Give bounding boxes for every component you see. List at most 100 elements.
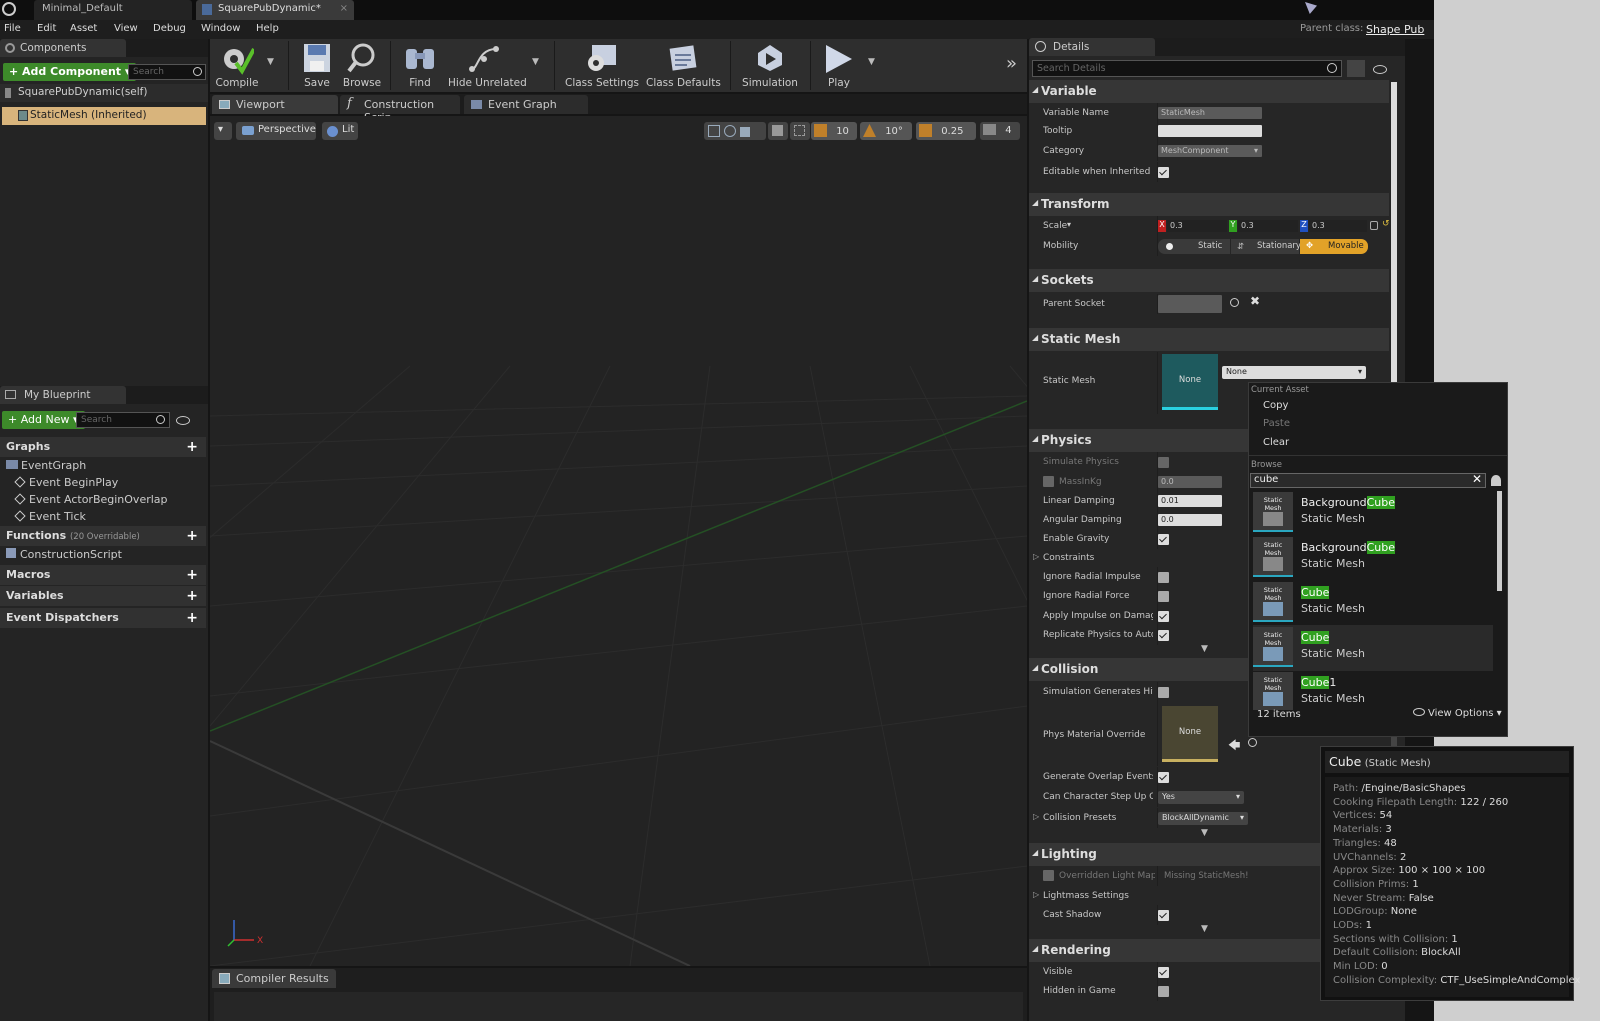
add-variable-icon[interactable]: +: [186, 588, 198, 604]
ignore-radial-force-checkbox[interactable]: [1158, 591, 1169, 602]
my-blueprint-search-input[interactable]: Search: [76, 412, 170, 428]
clear-icon[interactable]: ✖: [1250, 294, 1260, 308]
asset-list-item[interactable]: Static Mesh Cube Static Mesh: [1253, 625, 1493, 671]
tab-compiler-results[interactable]: Compiler Results: [212, 969, 336, 988]
transform-category[interactable]: ◢ Transform: [1029, 193, 1389, 216]
visible-checkbox[interactable]: [1158, 967, 1169, 978]
menu-asset[interactable]: Asset: [70, 23, 97, 34]
parent-class-link[interactable]: Shape Pub: [1366, 23, 1424, 36]
property-matrix-icon[interactable]: [1347, 60, 1365, 77]
component-root[interactable]: SquarePubDynamic(self): [0, 84, 208, 102]
lit-button[interactable]: Lit: [322, 122, 358, 140]
tab-minimal-default[interactable]: Minimal_Default: [34, 0, 192, 20]
event-begin-play[interactable]: Event BeginPlay: [14, 476, 118, 489]
event-graph-item[interactable]: EventGraph: [6, 459, 86, 472]
find-button[interactable]: Find: [398, 39, 442, 92]
surface-snap-toggle[interactable]: [790, 122, 810, 140]
angular-damping-field[interactable]: 0.0: [1158, 514, 1222, 526]
static-mesh-combo[interactable]: None ▾: [1222, 366, 1366, 379]
asset-search-input[interactable]: cube ✕: [1250, 472, 1486, 488]
transform-tools[interactable]: [704, 122, 766, 140]
browse-button[interactable]: Browse: [340, 39, 384, 92]
rotation-snap-button[interactable]: 10°: [860, 122, 912, 140]
menu-debug[interactable]: Debug: [153, 23, 186, 34]
save-button[interactable]: Save: [294, 39, 340, 92]
ignore-radial-impulse-checkbox[interactable]: [1158, 572, 1169, 583]
linear-damping-field[interactable]: 0.01: [1158, 495, 1222, 507]
filter-icon[interactable]: [1491, 475, 1501, 486]
menu-file[interactable]: File: [4, 23, 21, 34]
hide-unrelated-options-icon[interactable]: ▼: [532, 57, 539, 67]
mobility-stationary[interactable]: ⇵ Stationary: [1231, 239, 1301, 254]
viewport[interactable]: ▾ Perspective Lit 10 10° 0.25 4 X: [210, 116, 1027, 966]
asset-list-scrollbar[interactable]: [1497, 491, 1502, 591]
hidden-in-game-checkbox[interactable]: [1158, 986, 1169, 997]
mass-override-checkbox[interactable]: [1043, 476, 1054, 487]
add-graph-icon[interactable]: +: [186, 439, 198, 455]
sockets-category[interactable]: ◢ Sockets: [1029, 269, 1389, 292]
copy-menu-item[interactable]: Copy: [1249, 397, 1507, 415]
static-mesh-thumbnail[interactable]: None: [1162, 354, 1218, 410]
static-mesh-category[interactable]: ◢ Static Mesh: [1029, 328, 1389, 351]
scale-y-field[interactable]: 0.3: [1238, 220, 1298, 232]
eye-icon[interactable]: [1373, 65, 1387, 74]
close-icon[interactable]: ×: [340, 3, 348, 14]
play-button[interactable]: Play: [814, 39, 864, 92]
editable-inherited-checkbox[interactable]: [1158, 167, 1169, 178]
add-function-icon[interactable]: +: [186, 528, 198, 544]
functions-header[interactable]: Functions (20 Overridable) +: [0, 526, 206, 546]
mass-field[interactable]: 0.0: [1158, 476, 1222, 488]
notification-icon[interactable]: [1305, 2, 1317, 14]
scale-label[interactable]: Scale: [1043, 221, 1153, 231]
expand-arrow-icon[interactable]: ▷: [1033, 812, 1039, 821]
advanced-expand-icon[interactable]: ▼: [1201, 924, 1208, 934]
macros-header[interactable]: Macros +: [0, 565, 206, 585]
generate-overlap-checkbox[interactable]: [1158, 772, 1169, 783]
tooltip-field[interactable]: [1158, 125, 1262, 137]
variables-header[interactable]: Variables +: [0, 586, 206, 606]
simulation-button[interactable]: Simulation: [738, 39, 802, 92]
component-static-mesh[interactable]: StaticMesh (Inherited): [2, 107, 206, 125]
menu-help[interactable]: Help: [256, 23, 279, 34]
asset-list-item[interactable]: Static Mesh Cube1 Static Mesh: [1253, 670, 1493, 710]
simulate-physics-checkbox[interactable]: [1158, 457, 1169, 468]
category-dropdown[interactable]: MeshComponent ▾: [1158, 145, 1262, 157]
mobility-static[interactable]: Static: [1158, 239, 1230, 254]
compile-button[interactable]: Compile: [210, 39, 264, 92]
clear-search-icon[interactable]: ✕: [1472, 472, 1482, 486]
graphs-header[interactable]: Graphs +: [0, 437, 206, 457]
step-up-dropdown[interactable]: Yes ▾: [1158, 791, 1244, 804]
event-dispatchers-header[interactable]: Event Dispatchers +: [0, 608, 206, 628]
perspective-button[interactable]: Perspective: [236, 122, 316, 140]
asset-list-item[interactable]: Static Mesh BackgroundCube Static Mesh: [1253, 490, 1493, 536]
menu-window[interactable]: Window: [201, 23, 240, 34]
tab-construction-script[interactable]: f Construction Scrip: [340, 95, 460, 124]
tab-square-pub-dynamic[interactable]: SquarePubDynamic* ×: [196, 0, 354, 20]
play-options-icon[interactable]: ▼: [868, 57, 875, 67]
camera-speed-button[interactable]: 4: [980, 122, 1020, 140]
construction-script-item[interactable]: ConstructionScript: [6, 548, 122, 561]
variable-category[interactable]: ◢ Variable: [1029, 80, 1389, 103]
tab-viewport[interactable]: Viewport: [212, 95, 338, 114]
compile-options-icon[interactable]: ▼: [267, 57, 274, 67]
clear-menu-item[interactable]: Clear: [1249, 434, 1507, 452]
scale-snap-button[interactable]: 0.25: [916, 122, 976, 140]
mobility-movable[interactable]: ✥ Movable: [1300, 239, 1368, 254]
scale-x-field[interactable]: 0.3: [1167, 220, 1227, 232]
chevron-down-icon[interactable]: ▾: [1067, 220, 1071, 229]
my-blueprint-tab[interactable]: My Blueprint: [0, 386, 126, 404]
tab-event-graph[interactable]: Event Graph: [464, 95, 588, 114]
details-tab[interactable]: Details: [1029, 38, 1155, 56]
world-local-toggle[interactable]: [768, 122, 788, 140]
class-settings-button[interactable]: Class Settings: [564, 39, 640, 92]
replicate-physics-checkbox[interactable]: [1158, 630, 1169, 641]
viewport-options-button[interactable]: ▾: [214, 122, 232, 140]
collision-presets-dropdown[interactable]: BlockAllDynamic ▾: [1158, 812, 1248, 825]
search-icon[interactable]: [1230, 298, 1239, 307]
components-tab[interactable]: Components: [0, 39, 126, 57]
reset-arrow-icon[interactable]: ↺: [1382, 219, 1390, 229]
eye-icon[interactable]: [176, 416, 190, 425]
advanced-expand-icon[interactable]: ▼: [1201, 828, 1208, 838]
phys-material-thumbnail[interactable]: None: [1162, 706, 1218, 762]
asset-list-item[interactable]: Static Mesh Cube Static Mesh: [1253, 580, 1493, 626]
